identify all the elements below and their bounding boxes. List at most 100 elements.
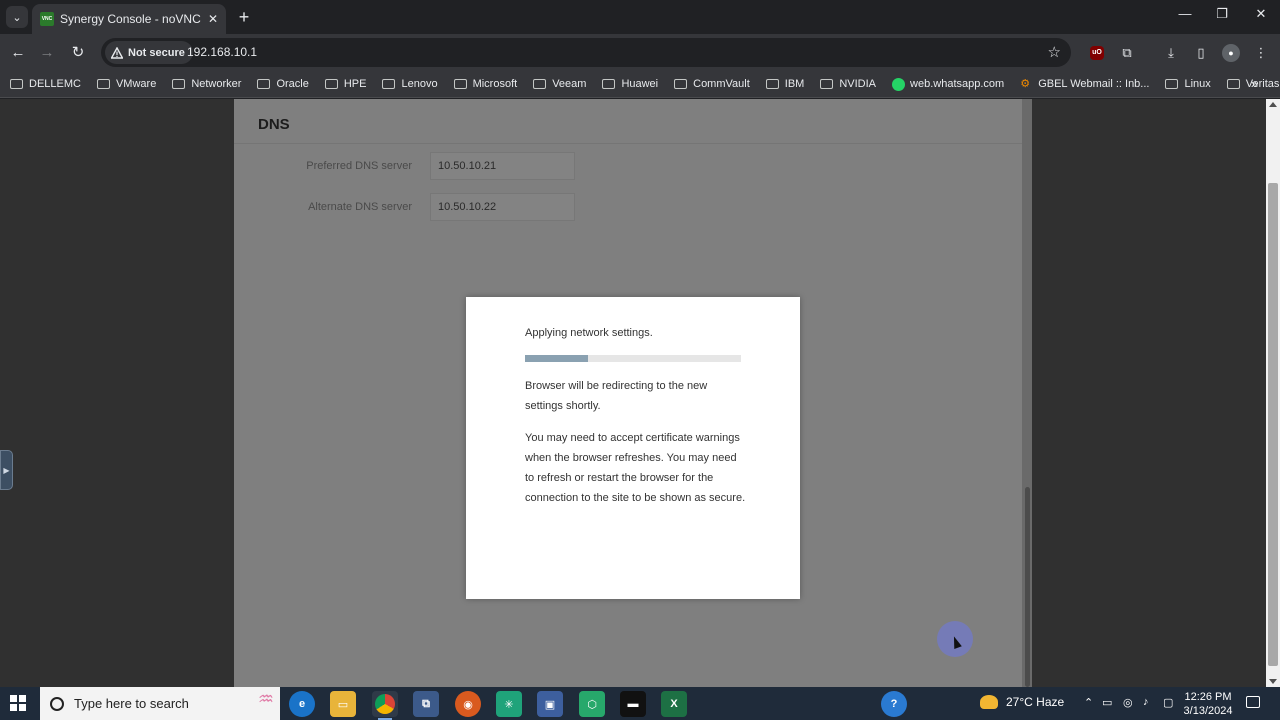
bookmark-item[interactable]: ⚙ GBEL Webmail :: Inb... [1020,78,1149,91]
green-app-icon[interactable]: ⬡ [579,691,605,717]
file-explorer-icon[interactable]: ▭ [330,691,356,717]
title-bar: ⌄ VNC Synergy Console - noVNC ✕ + — ❐ ✕ [0,0,1280,34]
snowflake-app-icon[interactable]: ✳ [496,691,522,717]
firefox-icon[interactable]: ◉ [455,691,481,717]
bookmark-star-icon[interactable]: ☆ [1048,43,1061,61]
tab-close-icon[interactable]: ✕ [204,12,222,26]
notification-center-icon[interactable] [1246,696,1260,708]
site-info-button[interactable]: Not secure [105,41,193,64]
windows-start-icon[interactable] [10,695,26,711]
folder-icon [765,79,779,89]
folder-icon [257,79,271,89]
bookmark-item[interactable]: Lenovo [382,78,438,90]
ublock-extension-icon[interactable]: uO [1090,46,1104,60]
bookmark-label: IBM [784,78,805,90]
remote-desktop-icon[interactable]: ⧉ [413,691,439,717]
bookmark-label: Networker [191,78,242,90]
applying-settings-dialog: Applying network settings. Browser will … [466,297,800,599]
bookmark-item[interactable]: Networker [172,78,241,90]
bookmark-label: DELLEMC [29,78,81,90]
dialog-title: Applying network settings. [525,327,653,339]
bookmark-item[interactable]: DELLEMC [10,78,81,90]
bookmark-item[interactable]: NVIDIA [820,78,876,90]
edge-icon[interactable]: e [289,691,315,717]
tab-search-button[interactable]: ⌄ [6,6,28,28]
weather-widget[interactable]: 27°C Haze [980,695,1064,709]
panel-scrollbar[interactable] [1022,99,1032,687]
security-label: Not secure [128,46,185,59]
dns-heading: DNS [258,116,290,133]
side-panel-icon[interactable]: ▯ [1192,44,1210,62]
taskbar-search-box[interactable]: Type here to search ♒ [40,687,280,720]
taskbar-clock[interactable]: 12:26 PM 3/13/2024 [1180,690,1236,718]
folder-icon [1226,79,1240,89]
address-bar[interactable]: Not secure 192.168.10.1 ☆ [101,38,1071,67]
bookmark-label: HPE [343,78,367,90]
folder-icon [10,79,23,89]
tray-meet-icon[interactable]: ▢ [1163,696,1173,709]
bookmark-item[interactable]: Linux [1165,78,1211,90]
close-window-button[interactable]: ✕ [1246,6,1276,22]
redirect-message: Browser will be redirecting to the new s… [525,380,708,412]
bookmark-item[interactable]: Oracle [257,78,309,90]
download-icon[interactable]: ⤓ [1162,44,1180,62]
search-icon [50,696,64,711]
heading-divider [234,143,1022,144]
bookmark-label: web.whatsapp.com [910,78,1005,90]
webmail-icon: ⚙ [1020,77,1031,90]
bookmark-item[interactable]: web.whatsapp.com [892,77,1005,91]
whatsapp-icon [892,77,906,91]
browser-tab-active[interactable]: VNC Synergy Console - noVNC ✕ [32,4,226,34]
help-icon[interactable]: ? [881,691,907,717]
windows-taskbar: Type here to search ♒ e ▭ ⧉ ◉ ✳ ▣ ⬡ ▬ X … [0,687,1280,720]
tray-volume-icon[interactable]: ♪ [1143,696,1149,708]
preferred-dns-input[interactable]: 10.50.10.21 [430,152,575,180]
bookmarks-overflow-icon[interactable]: » [1251,76,1258,91]
terminal-icon[interactable]: ▬ [620,691,646,717]
forward-button[interactable]: → [37,43,57,63]
bookmark-item[interactable]: IBM [765,78,805,90]
new-tab-button[interactable]: + [234,7,254,27]
bookmark-item[interactable]: Huawei [602,78,658,90]
bookmark-item[interactable]: HPE [324,78,367,90]
tray-battery-icon[interactable]: ▭ [1102,696,1112,709]
folder-icon [533,79,547,89]
url-text[interactable]: 192.168.10.1 [187,45,257,59]
chrome-icon[interactable] [372,691,398,720]
scroll-down-arrow-icon[interactable] [1269,679,1277,684]
reload-button[interactable]: ↻ [68,43,88,63]
network-tool-icon[interactable]: ▣ [537,691,563,717]
tab-title: Synergy Console - noVNC [60,12,201,26]
search-highlight-flamingo-icon: ♒ [257,689,274,709]
restore-button[interactable]: ❐ [1207,6,1237,22]
scroll-up-arrow-icon[interactable] [1269,102,1277,107]
panel-scrollbar-thumb[interactable] [1025,487,1030,687]
profile-avatar-icon[interactable]: ● [1222,44,1240,62]
bookmark-label: Veeam [552,78,587,90]
browser-toolbar: ← → ↻ Not secure 192.168.10.1 ☆ uO ⧉ ⤓ ▯… [0,34,1280,71]
novnc-favicon-icon: VNC [40,12,54,26]
folder-icon [602,79,616,89]
chrome-menu-icon[interactable]: ⋮ [1252,44,1270,62]
bookmark-label: Linux [1184,78,1211,90]
folder-icon [674,79,688,89]
tray-chevron-icon[interactable]: ⌃ [1084,696,1093,709]
excel-icon[interactable]: X [661,691,687,717]
novnc-control-bar-handle[interactable]: ▶ [0,450,13,490]
progress-bar-fill [525,355,588,362]
warning-icon [111,46,123,59]
alternate-dns-input[interactable]: 10.50.10.22 [430,193,575,221]
folder-icon [1165,79,1179,89]
preferred-dns-label: Preferred DNS server [306,160,412,172]
back-button[interactable]: ← [8,43,28,63]
extensions-puzzle-icon[interactable]: ⧉ [1118,44,1136,62]
bookmark-item[interactable]: Veeam [533,78,586,90]
page-scrollbar[interactable] [1266,99,1280,687]
folder-icon [382,79,396,89]
minimize-button[interactable]: — [1170,6,1200,21]
page-scrollbar-thumb[interactable] [1268,183,1278,666]
bookmark-item[interactable]: Microsoft [453,78,517,90]
bookmark-item[interactable]: CommVault [674,78,750,90]
bookmark-item[interactable]: VMware [96,78,156,90]
tray-network-icon[interactable]: ◎ [1123,696,1133,709]
